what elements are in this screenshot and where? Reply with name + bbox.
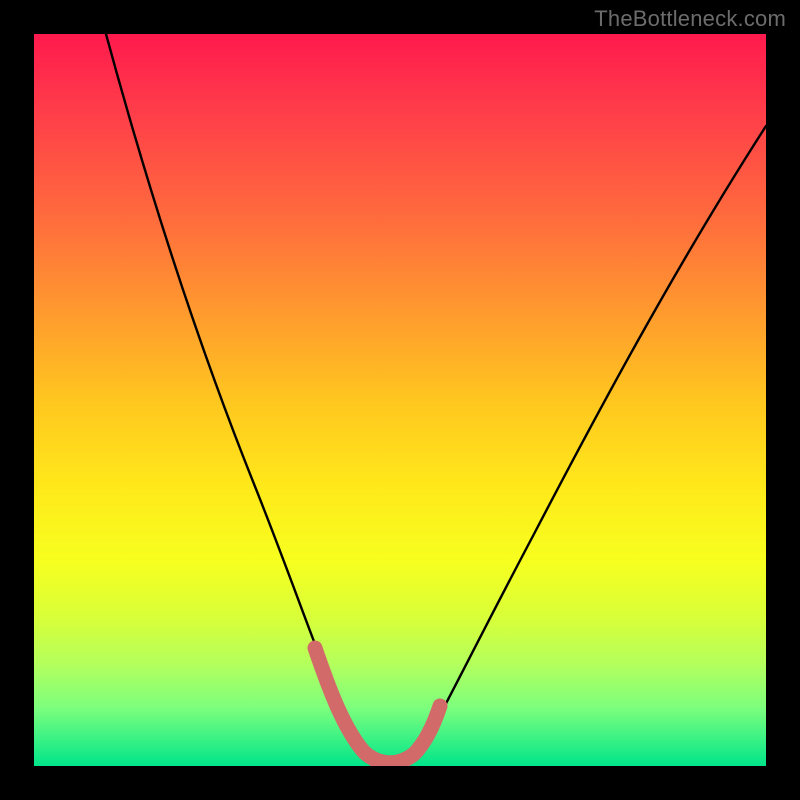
- bottleneck-curve: [106, 34, 766, 765]
- curves-svg: [34, 34, 766, 766]
- plot-area: [34, 34, 766, 766]
- highlight-band: [315, 648, 440, 763]
- chart-frame: TheBottleneck.com: [0, 0, 800, 800]
- watermark-text: TheBottleneck.com: [594, 6, 786, 32]
